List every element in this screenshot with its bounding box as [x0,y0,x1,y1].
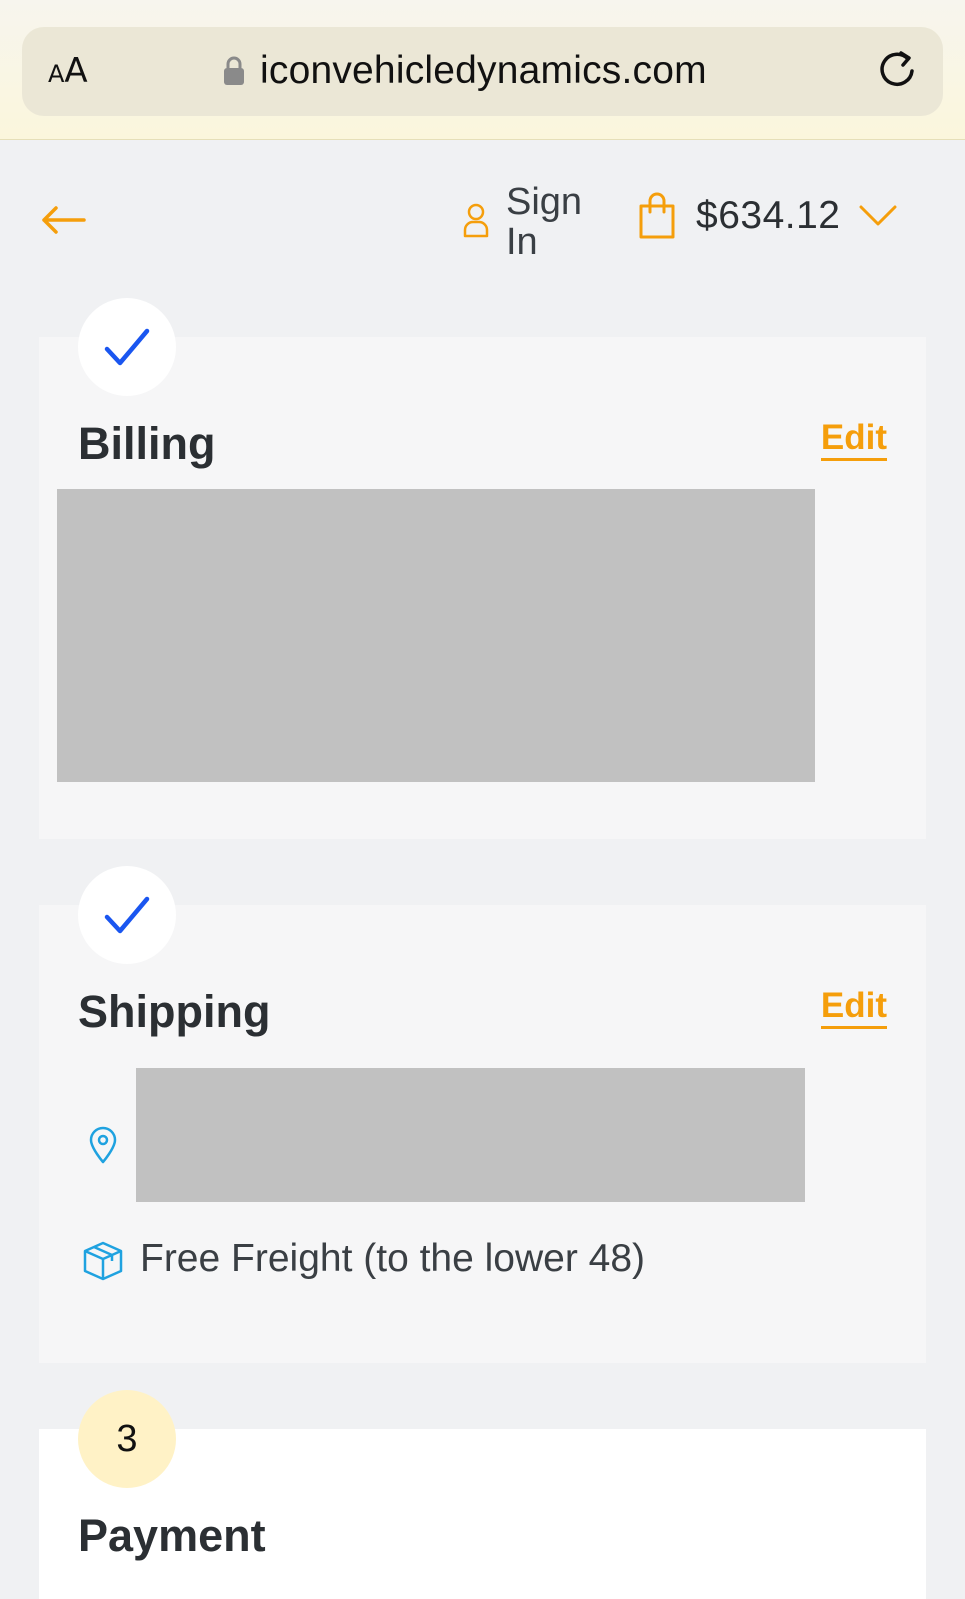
user-icon [463,203,489,238]
text-size-small-glyph: A [48,60,65,88]
payment-step-number: 3 [78,1390,176,1488]
shipping-title: Shipping [78,986,271,1037]
cart-summary[interactable]: $634.12 [638,192,898,240]
location-pin-icon [89,1126,117,1164]
text-size-button[interactable]: AA [48,51,88,91]
sign-in-link[interactable]: Sign In [462,182,596,262]
reload-icon[interactable] [875,47,919,91]
billing-edit-link[interactable]: Edit [820,420,887,461]
url-text: iconvehicledynamics.com [260,49,707,92]
shipping-address-redacted [136,1068,805,1202]
package-icon [83,1241,123,1281]
shipping-method: Free Freight (to the lower 48) [140,1237,646,1280]
payment-title: Payment [78,1510,266,1561]
checkmark-icon [104,896,150,934]
shopping-bag-icon [639,192,675,239]
back-arrow-icon[interactable] [40,200,86,240]
url-display[interactable]: iconvehicledynamics.com [222,49,707,93]
address-bar[interactable]: AA iconvehicledynamics.com [22,27,943,116]
shipping-edit-link[interactable]: Edit [820,988,887,1029]
billing-address-redacted [57,489,815,782]
billing-title: Billing [78,418,216,469]
text-size-big-glyph: A [64,51,88,91]
browser-bar: AA iconvehicledynamics.com [0,0,965,140]
lock-icon [224,56,244,85]
checkmark-icon [104,328,150,366]
shipping-complete-badge [78,866,176,964]
billing-complete-badge [78,298,176,396]
cart-total: $634.12 [696,194,841,237]
sign-in-label: Sign In [506,181,583,263]
chevron-down-icon[interactable] [858,203,898,229]
